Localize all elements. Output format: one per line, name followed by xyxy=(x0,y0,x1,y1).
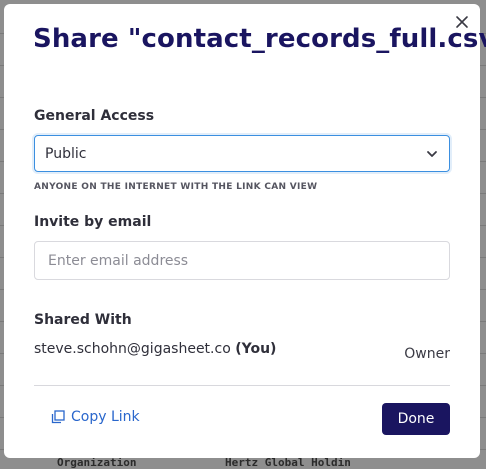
general-access-value: Public xyxy=(45,145,87,162)
user-role: Owner xyxy=(404,346,450,362)
shared-user-row: steve.schohn@gigasheet.co (You) Owner xyxy=(34,340,450,362)
share-dialog: Share "contact_records_full.csv" General… xyxy=(4,4,486,458)
shared-user: steve.schohn@gigasheet.co (You) xyxy=(34,341,276,357)
general-access-label: General Access xyxy=(34,108,155,124)
copy-icon xyxy=(51,410,65,424)
shared-user-email: steve.schohn@gigasheet.co xyxy=(34,341,231,357)
shared-with-label: Shared With xyxy=(34,312,132,328)
you-tag: (You) xyxy=(235,341,277,357)
done-button[interactable]: Done xyxy=(382,403,450,435)
access-hint: ANYONE ON THE INTERNET WITH THE LINK CAN… xyxy=(34,182,318,192)
invite-label: Invite by email xyxy=(34,214,152,230)
copy-link-button[interactable]: Copy Link xyxy=(51,409,140,425)
email-input[interactable] xyxy=(34,241,450,280)
copy-link-label: Copy Link xyxy=(71,409,140,425)
dialog-title: Share "contact_records_full.csv" xyxy=(33,24,486,54)
divider xyxy=(34,385,450,386)
general-access-select[interactable]: Public xyxy=(34,135,450,172)
chevron-down-icon xyxy=(427,150,437,157)
